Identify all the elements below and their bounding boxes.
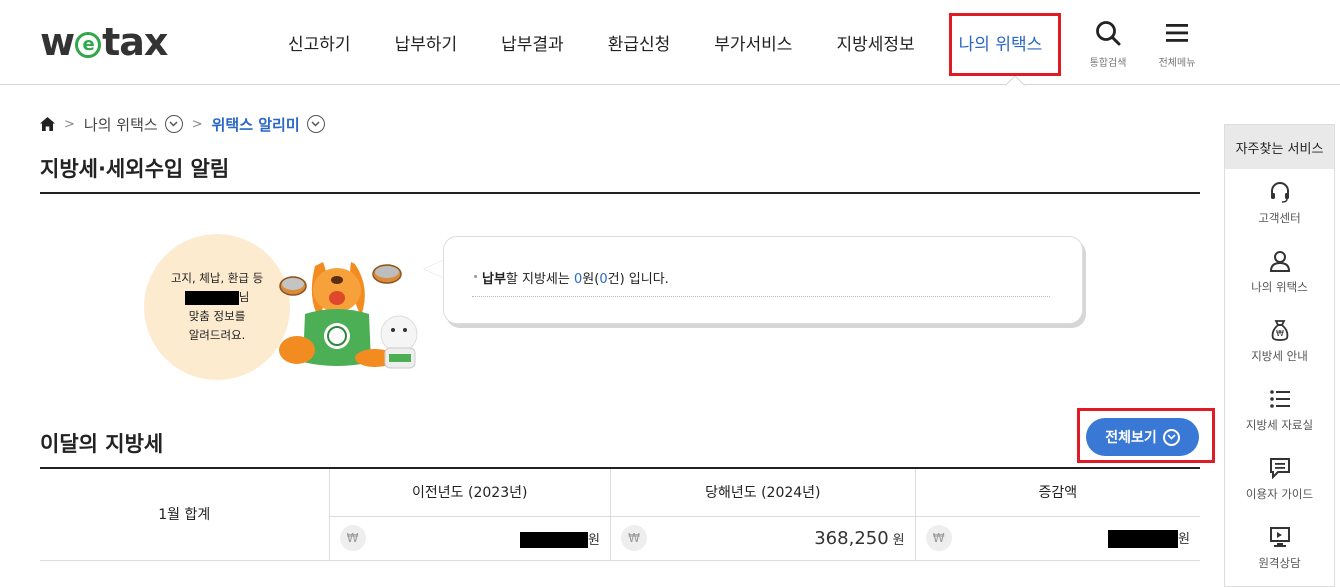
search-button[interactable]: 통합검색 [1078, 20, 1138, 69]
all-menu-label: 전체메뉴 [1158, 58, 1196, 69]
logo-text-tax: tax [102, 20, 168, 64]
bubble-divider [472, 296, 1050, 297]
chat-bubble-icon [1269, 458, 1290, 479]
bullet-dot [474, 275, 477, 278]
notice-honorific: 님 [238, 290, 250, 304]
quick-label: 고객센터 [1258, 211, 1301, 225]
logo-e-circle: e [75, 32, 102, 58]
quick-customer-center[interactable]: 고객센터 [1225, 169, 1334, 238]
person-icon [1269, 251, 1290, 272]
money-bag-icon: ₩ [1271, 320, 1288, 341]
quick-services-sidebar: 자주찾는 서비스 고객센터 나의 위택스 ₩ 지방세 안내 지방세 자료실 이용… [1224, 124, 1335, 587]
section-title-monthly-tax: 이달의 지방세 [40, 432, 164, 456]
table-header-row: 1월 합계 이전년도 (2023년) 당해년도 (2024년) 증감액 [40, 468, 1200, 561]
notice-line-1: 고지, 체납, 환급 등 [170, 271, 264, 285]
all-menu-button[interactable]: 전체메뉴 [1147, 20, 1207, 69]
current-year-amount: 368,250 [814, 527, 889, 549]
breadcrumb: > 나의 위택스 > 위택스 알리미 [40, 113, 325, 135]
col-header-prev-year: 이전년도 (2023년) [328, 468, 611, 517]
svg-text:₩: ₩ [1276, 329, 1284, 338]
col-header-difference: 증감액 [914, 468, 1200, 517]
quick-local-tax-guide[interactable]: ₩ 지방세 안내 [1225, 307, 1334, 376]
nav-extra-services[interactable]: 부가서비스 [692, 0, 814, 85]
site-header: w e tax 신고하기 납부하기 납부결과 환급신청 부가서비스 지방세정보 나의… [0, 0, 1340, 85]
notice-keyword: 납부 [482, 272, 506, 287]
unit-won: 원 [892, 532, 905, 548]
notice-won: 원( [582, 272, 600, 287]
quick-remote-support[interactable]: 원격상담 [1225, 514, 1334, 583]
quick-services-title: 자주찾는 서비스 [1225, 125, 1334, 169]
headset-icon [1270, 182, 1289, 203]
notice-count: 0 [599, 272, 608, 287]
notice-user-line: 님 [184, 288, 250, 307]
cell-prev-year-amount: ₩ 원 [328, 516, 611, 561]
nav-pay[interactable]: 납부하기 [373, 0, 480, 85]
page-title: 지방세·세외수입 알림 [40, 157, 230, 181]
cell-difference-amount: ₩ 원 [914, 516, 1200, 561]
row-label-jan-total: 1월 합계 [40, 468, 329, 561]
redacted-amount [520, 531, 589, 548]
breadcrumb-level1[interactable]: 나의 위택스 [84, 114, 158, 135]
notice-text-pre: 할 지방세는 [505, 272, 574, 287]
breadcrumb-level2[interactable]: 위택스 알리미 [212, 114, 300, 135]
wetax-logo[interactable]: w e tax [40, 20, 168, 64]
nav-refund[interactable]: 환급신청 [586, 0, 693, 85]
list-icon [1269, 390, 1290, 408]
quick-label: 지방세 자료실 [1245, 418, 1314, 432]
quick-label: 이용자 가이드 [1245, 487, 1314, 501]
hamburger-icon [1166, 24, 1188, 42]
quick-label: 지방세 안내 [1251, 349, 1308, 363]
logo-text-w: w [40, 20, 75, 64]
payment-notice-text[interactable]: 납부할 지방세는 0원(0건) 입니다. [482, 268, 669, 287]
search-icon [1096, 21, 1121, 46]
notice-circle: 고지, 체납, 환급 등 님 맞춤 정보를 알려드려요. [144, 234, 290, 380]
chevron-down-icon[interactable] [164, 115, 183, 133]
quick-label: 원격상담 [1258, 556, 1301, 570]
main-nav: 신고하기 납부하기 납부결과 환급신청 부가서비스 지방세정보 나의 위택스 [266, 0, 1064, 85]
col-header-current-year: 당해년도 (2024년) [610, 468, 916, 517]
unit-won: 원 [588, 532, 600, 548]
nav-payment-result[interactable]: 납부결과 [479, 0, 586, 85]
quick-my-wetax[interactable]: 나의 위택스 [1225, 238, 1334, 307]
unit-won: 원 [1178, 532, 1190, 547]
highlight-box-my-wetax [949, 13, 1061, 76]
monitor-icon [1269, 527, 1290, 547]
title-divider [40, 192, 1200, 194]
chevron-right-icon: > [64, 116, 75, 132]
notice-line-4: 알려드려요. [188, 328, 246, 342]
mascot-illustration [279, 262, 418, 369]
highlight-box-view-all [1077, 408, 1215, 463]
home-icon[interactable] [40, 117, 55, 131]
nav-file-return[interactable]: 신고하기 [266, 0, 373, 85]
redacted-amount [1108, 530, 1179, 548]
won-icon: ₩ [621, 525, 647, 551]
won-icon: ₩ [925, 525, 952, 551]
bubble-tail [424, 260, 444, 278]
notice-line-3: 맞춤 정보를 [188, 309, 246, 323]
cell-current-year-amount: ₩ 368,250 원 [610, 516, 916, 561]
monthly-tax-table: 1월 합계 이전년도 (2023년) 당해년도 (2024년) 증감액 ₩ 원 … [40, 467, 1200, 561]
chevron-down-icon[interactable] [306, 115, 325, 133]
search-label: 통합검색 [1089, 58, 1127, 69]
quick-local-tax-library[interactable]: 지방세 자료실 [1225, 376, 1334, 445]
notice-text-suffix: 건) 입니다. [607, 272, 669, 287]
nav-local-tax-info[interactable]: 지방세정보 [814, 0, 936, 85]
redacted-user-name [184, 290, 239, 305]
chevron-right-icon: > [191, 116, 203, 132]
quick-user-guide[interactable]: 이용자 가이드 [1225, 445, 1334, 514]
won-icon: ₩ [339, 525, 366, 551]
quick-label: 나의 위택스 [1251, 280, 1308, 294]
